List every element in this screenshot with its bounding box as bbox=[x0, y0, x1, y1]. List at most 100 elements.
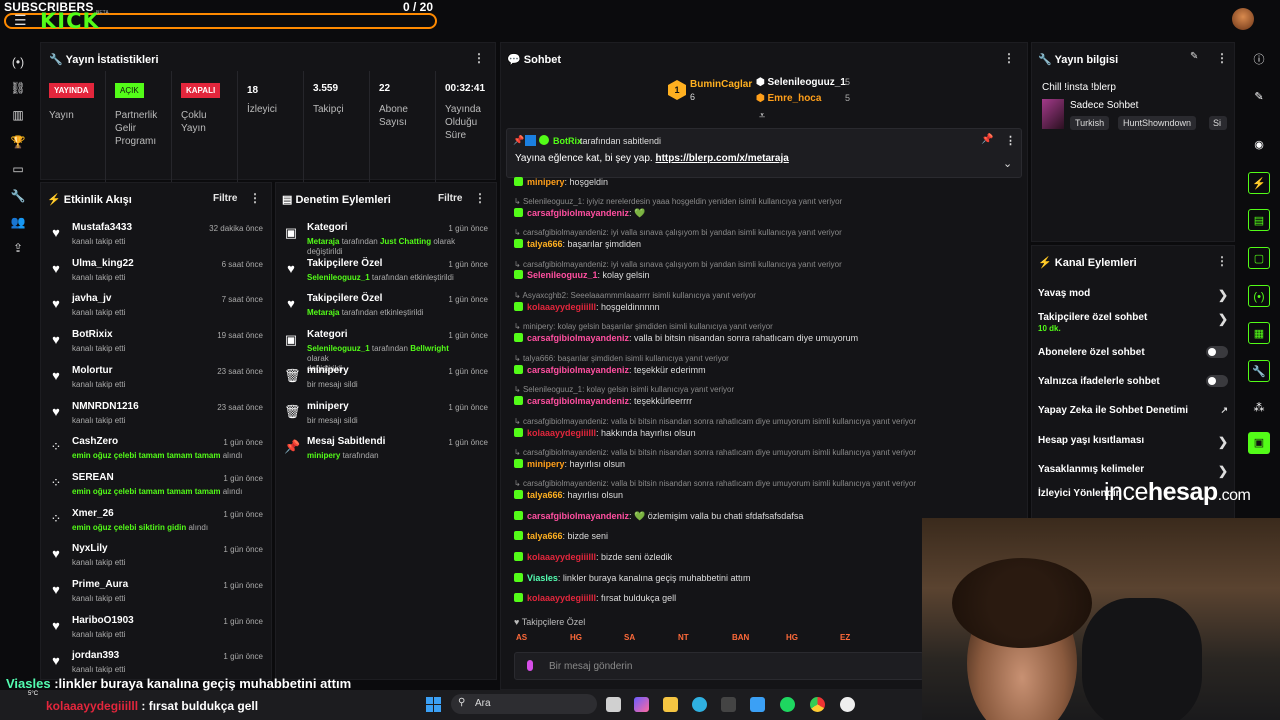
chat-username[interactable]: carsafgibiolmayandeniz bbox=[527, 208, 629, 218]
chat-username[interactable]: carsafgibiolmayandeniz bbox=[527, 365, 629, 375]
upload-icon[interactable]: ⇪ bbox=[10, 240, 26, 256]
moderation-item[interactable]: 📌 Mesaj Sabitlendi minipery tarafından 1 gü… bbox=[276, 435, 498, 471]
pencil-icon[interactable]: ✎ bbox=[1248, 86, 1270, 108]
moderator-name[interactable]: Metaraja bbox=[307, 237, 339, 246]
chat-username[interactable]: Viasles bbox=[527, 573, 558, 583]
chat-input[interactable]: Bir mesaj gönderin bbox=[514, 652, 924, 680]
activity-item[interactable]: ♥ BotRixix kanalı takip etti 19 saat önce bbox=[41, 328, 273, 364]
emote[interactable]: HG bbox=[570, 633, 582, 642]
menu-icon[interactable]: ☰ bbox=[14, 13, 28, 27]
user-avatar[interactable] bbox=[1232, 8, 1254, 30]
moderation-item[interactable]: ▣ Kategori Metaraja tarafından Just Chatti… bbox=[276, 221, 498, 257]
toggle-switch[interactable] bbox=[1206, 375, 1228, 387]
more-options-icon[interactable]: ⋮ bbox=[474, 191, 486, 205]
chat-username[interactable]: minipery bbox=[527, 177, 565, 187]
edge-icon[interactable] bbox=[692, 697, 707, 712]
chat-username[interactable]: minipery bbox=[527, 459, 565, 469]
activity-item[interactable]: ♥ HariboO1903 kanalı takip etti 1 gün önce bbox=[41, 614, 273, 650]
chat-message[interactable]: carsafgibiolmayandeniz: valla bi bitsin … bbox=[514, 333, 924, 343]
activity-username[interactable]: SEREAN bbox=[72, 472, 114, 483]
moderation-item[interactable]: 🗑 minipery bir mesajı sildi 1 gün önce bbox=[276, 364, 498, 400]
activity-username[interactable]: HariboO1903 bbox=[72, 615, 134, 626]
wrench-icon[interactable]: 🔧 bbox=[10, 188, 26, 204]
taskbar-search[interactable]: ⚲ Ara bbox=[451, 694, 597, 714]
bolt-icon[interactable]: ⚡ bbox=[1248, 172, 1270, 194]
filter-button[interactable]: Filtre bbox=[438, 193, 462, 204]
activity-username[interactable]: Xmer_26 bbox=[72, 508, 114, 519]
file-explorer-icon[interactable] bbox=[663, 697, 678, 712]
active-panel-icon[interactable]: ▣ bbox=[1248, 432, 1270, 454]
video-icon[interactable]: ▭ bbox=[10, 161, 26, 177]
leader-second-name[interactable]: ⬢ Selenileoguuz_1 bbox=[756, 77, 846, 88]
chat-message[interactable]: kolaaayydegiiilll: hakkında hayırlısı ol… bbox=[514, 428, 924, 438]
activity-username[interactable]: Mustafa3433 bbox=[72, 222, 132, 233]
moderator-name[interactable]: Metaraja bbox=[307, 308, 339, 317]
moderation-item[interactable]: 🗑 minipery bir mesajı sildi 1 gün önce bbox=[276, 400, 498, 436]
more-options-icon[interactable]: ⋮ bbox=[1216, 51, 1228, 65]
task-view-icon[interactable] bbox=[606, 697, 621, 712]
chat-message[interactable]: minipery: hayırlısı olsun bbox=[514, 459, 924, 469]
chat-icon[interactable]: ▢ bbox=[1248, 247, 1270, 269]
broadcast-icon[interactable]: (•) bbox=[10, 54, 26, 70]
activity-username[interactable]: Prime_Aura bbox=[72, 579, 128, 590]
activity-item[interactable]: ⁘ CashZero emin oğuz çelebi tamam tamam ta… bbox=[41, 435, 273, 471]
channel-action[interactable]: Hesap yaşı kısıtlaması ❯ bbox=[1038, 435, 1228, 449]
broadcast-icon[interactable]: (•) bbox=[1248, 285, 1270, 307]
emote[interactable]: BAN bbox=[732, 633, 749, 642]
info-icon[interactable]: ⓘ bbox=[1248, 49, 1270, 71]
chat-username[interactable]: talya666 bbox=[527, 239, 563, 249]
activity-item[interactable]: ♥ Molortur kanalı takip etti 23 saat önce bbox=[41, 364, 273, 400]
emote[interactable]: AS bbox=[516, 633, 527, 642]
channel-action[interactable]: Yalnızca ifadelerle sohbet bbox=[1038, 375, 1228, 387]
store-icon[interactable] bbox=[721, 697, 736, 712]
moderation-item[interactable]: ▣ Kategori Selenileoguuz_1 tarafından Bell… bbox=[276, 328, 498, 373]
chat-username[interactable]: Selenileoguuz_1 bbox=[527, 270, 598, 280]
chat-message[interactable]: carsafgibiolmayandeniz: teşekkür ederimm bbox=[514, 365, 924, 375]
unpin-icon[interactable]: 📌 bbox=[981, 134, 993, 145]
channel-action[interactable]: Yapay Zeka ile Sohbet Denetimi ↗ bbox=[1038, 405, 1228, 416]
more-options-icon[interactable]: ⋮ bbox=[1003, 51, 1015, 65]
chat-message[interactable]: Viasles: linkler buraya kanalına geçiş m… bbox=[514, 573, 924, 583]
chat-message[interactable]: carsafgibiolmayandeniz: teşekkürleerrrr bbox=[514, 396, 924, 406]
chat-message[interactable]: talya666: bizde seni bbox=[514, 531, 924, 541]
camera-icon[interactable]: ◉ bbox=[1248, 134, 1270, 156]
link-icon[interactable]: ⛓ bbox=[10, 80, 26, 96]
chrome-icon[interactable] bbox=[810, 697, 825, 712]
activity-username[interactable]: CashZero bbox=[72, 436, 118, 447]
moderator-name[interactable]: Selenileoguuz_1 bbox=[307, 273, 370, 282]
activity-username[interactable]: Ulma_king22 bbox=[72, 258, 134, 269]
activity-item[interactable]: ♥ javha_jv kanalı takip etti 7 saat önce bbox=[41, 292, 273, 328]
more-options-icon[interactable]: ⋮ bbox=[249, 191, 261, 205]
category-name[interactable]: Sadece Sohbet bbox=[1070, 100, 1138, 111]
pinned-by-user[interactable]: BotRix bbox=[553, 136, 582, 146]
chat-username[interactable]: carsafgibiolmayandeniz bbox=[527, 511, 629, 521]
activity-item[interactable]: ♥ NMNRDN1216 kanalı takip etti 23 saat önce bbox=[41, 400, 273, 436]
wrench-icon[interactable]: 🔧 bbox=[1248, 360, 1270, 382]
chat-username[interactable]: talya666 bbox=[527, 531, 563, 541]
tag[interactable]: Turkish bbox=[1070, 116, 1110, 130]
moderator-name[interactable]: minipery bbox=[307, 451, 340, 460]
microphone-icon[interactable] bbox=[527, 660, 533, 671]
leader-first-name[interactable]: BuminCaglar bbox=[690, 79, 752, 90]
chat-username[interactable]: kolaaayydegiiilll bbox=[527, 428, 596, 438]
users-icon[interactable]: 👥 bbox=[10, 214, 26, 230]
activity-item[interactable]: ♥ Prime_Aura kanalı takip etti 1 gün önce bbox=[41, 578, 273, 614]
spotify-icon[interactable] bbox=[780, 697, 795, 712]
chat-username[interactable]: talya666 bbox=[527, 490, 563, 500]
emote[interactable]: EZ bbox=[840, 633, 850, 642]
document-icon[interactable]: ▤ bbox=[1248, 209, 1270, 231]
activity-username[interactable]: javha_jv bbox=[72, 293, 111, 304]
moderation-item[interactable]: ♥ Takipçilere Özel Metaraja tarafından etk… bbox=[276, 292, 498, 328]
more-options-icon[interactable]: ⋮ bbox=[473, 51, 485, 65]
activity-username[interactable]: BotRixix bbox=[72, 329, 113, 340]
layout-icon[interactable]: ▦ bbox=[1248, 322, 1270, 344]
more-options-icon[interactable]: ⋮ bbox=[1216, 254, 1228, 268]
activity-item[interactable]: ♥ NyxLily kanalı takip etti 1 gün önce bbox=[41, 542, 273, 578]
activity-username[interactable]: NMNRDN1216 bbox=[72, 401, 139, 412]
channel-action[interactable]: Abonelere özel sohbet bbox=[1038, 346, 1228, 358]
activity-item[interactable]: ♥ Ulma_king22 kanalı takip etti 6 saat önce bbox=[41, 257, 273, 293]
app-icon[interactable] bbox=[750, 697, 765, 712]
kick-logo[interactable]: KICK bbox=[40, 9, 100, 33]
circles-icon[interactable]: ⁂ bbox=[1248, 397, 1270, 419]
app-icon[interactable] bbox=[840, 697, 855, 712]
